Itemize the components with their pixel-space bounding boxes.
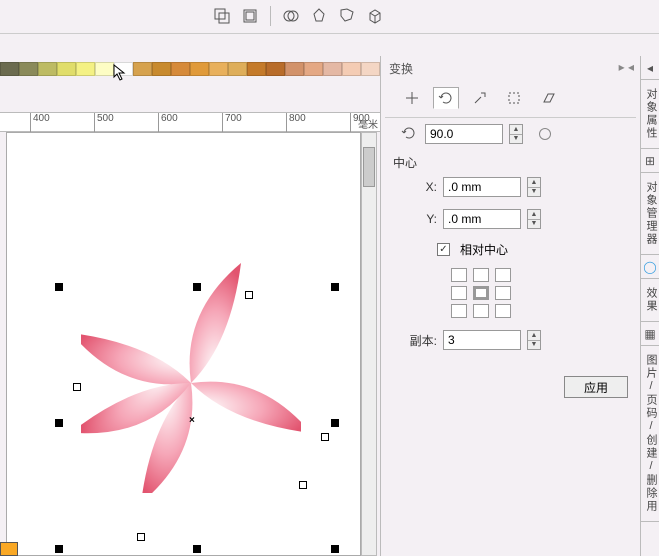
vtab-object-props[interactable]: 对象属性 <box>641 80 659 149</box>
palette-swatch[interactable] <box>304 62 323 76</box>
right-docker-tabs: ◂ 对象属性 ⊞ 对象管理器 ◯ 效果 ▦ 图片/页码/创建/删除用 <box>640 56 659 556</box>
palette-swatch[interactable] <box>76 62 95 76</box>
relative-checkbox[interactable]: ✓ <box>437 243 450 256</box>
scrollbar-vertical[interactable] <box>361 132 377 556</box>
apply-button[interactable]: 应用 <box>564 376 628 398</box>
palette-swatch[interactable] <box>228 62 247 76</box>
angle-spinner[interactable]: ▲▼ <box>509 124 523 144</box>
trim-icon[interactable] <box>309 6 329 26</box>
palette-swatch[interactable] <box>209 62 228 76</box>
palette-swatch[interactable] <box>57 62 76 76</box>
ruler-tick: 400 <box>30 113 50 133</box>
vtab-manager-icon[interactable]: ⊞ <box>641 149 659 173</box>
tab-scale[interactable] <box>467 87 493 109</box>
anchor-cell[interactable] <box>495 304 511 318</box>
palette-swatch[interactable] <box>133 62 152 76</box>
palette-swatch[interactable] <box>0 62 19 76</box>
tab-size[interactable] <box>501 87 527 109</box>
palette-swatch[interactable] <box>323 62 342 76</box>
anchor-cell[interactable] <box>473 268 489 282</box>
anchor-cell[interactable] <box>495 268 511 282</box>
y-spinner[interactable]: ▲▼ <box>527 209 541 229</box>
transform-tabs <box>385 83 636 118</box>
top-toolbar <box>0 0 659 34</box>
ruler-horizontal: 400 500 600 700 800 900 毫米 <box>0 112 380 132</box>
palette-swatch[interactable] <box>190 62 209 76</box>
anchor-cell-selected[interactable] <box>473 286 489 300</box>
vtab-effects-icon[interactable]: ◯ <box>641 255 659 279</box>
color-palette[interactable] <box>0 62 380 76</box>
anchor-cell[interactable] <box>451 286 467 300</box>
anchor-cell[interactable] <box>451 304 467 318</box>
vtab-expand-icon[interactable]: ◂ <box>641 56 659 80</box>
rotate-icon <box>401 125 419 144</box>
docker-title: 变换 <box>389 60 413 77</box>
direction-radio[interactable] <box>539 128 551 140</box>
tab-rotate[interactable] <box>433 87 459 109</box>
transform-docker: 变换 ▸ ◂ ▲▼ 中心 X: ▲▼ Y: ▲▼ ✓ 相对中心 副本: ▲▼ <box>380 56 640 556</box>
weld-icon[interactable] <box>281 6 301 26</box>
ruler-tick: 500 <box>94 113 114 133</box>
ruler-tick: 800 <box>286 113 306 133</box>
relative-label: 相对中心 <box>460 241 508 258</box>
vtab-pages[interactable]: 图片/页码/创建/删除用 <box>641 346 659 522</box>
center-y-input[interactable] <box>443 209 521 229</box>
shape-node[interactable] <box>137 533 145 541</box>
center-marker-icon[interactable]: × <box>189 415 195 426</box>
selection-handle[interactable] <box>331 545 339 553</box>
selection-handle[interactable] <box>331 419 339 427</box>
y-label: Y: <box>401 212 437 226</box>
shape-node[interactable] <box>73 383 81 391</box>
center-label: 中心 <box>381 150 640 171</box>
palette-swatch[interactable] <box>342 62 361 76</box>
canvas-page[interactable]: × <box>6 132 361 556</box>
palette-swatch[interactable] <box>38 62 57 76</box>
copies-input[interactable] <box>443 330 521 350</box>
angle-input[interactable] <box>425 124 503 144</box>
anchor-cell[interactable] <box>495 286 511 300</box>
ruler-tick: 600 <box>158 113 178 133</box>
tab-position[interactable] <box>399 87 425 109</box>
palette-swatch[interactable] <box>285 62 304 76</box>
vtab-effects[interactable]: 效果 <box>641 279 659 322</box>
palette-swatch[interactable] <box>266 62 285 76</box>
x-spinner[interactable]: ▲▼ <box>527 177 541 197</box>
copies-label: 副本: <box>401 332 437 349</box>
palette-swatch[interactable] <box>19 62 38 76</box>
active-fill-swatch[interactable] <box>0 542 18 556</box>
palette-swatch[interactable] <box>95 62 114 76</box>
flower-artwork[interactable] <box>81 253 301 496</box>
ruler-tick: 700 <box>222 113 242 133</box>
center-x-input[interactable] <box>443 177 521 197</box>
group-icon[interactable] <box>212 6 232 26</box>
palette-swatch[interactable] <box>171 62 190 76</box>
selection-handle[interactable] <box>193 545 201 553</box>
ruler-unit: 毫米 <box>358 116 378 131</box>
palette-swatch[interactable] <box>114 62 133 76</box>
palette-swatch[interactable] <box>361 62 380 76</box>
selection-handle[interactable] <box>55 545 63 553</box>
palette-swatch[interactable] <box>152 62 171 76</box>
anchor-cell[interactable] <box>473 304 489 318</box>
palette-swatch[interactable] <box>247 62 266 76</box>
anchor-grid[interactable] <box>451 268 640 318</box>
tab-skew[interactable] <box>535 87 561 109</box>
docker-collapse-icon[interactable]: ▸ ◂ <box>619 60 634 77</box>
selection-handle[interactable] <box>55 419 63 427</box>
copies-spinner[interactable]: ▲▼ <box>527 330 541 350</box>
cube-icon[interactable] <box>365 6 385 26</box>
x-label: X: <box>401 180 437 194</box>
shape-node[interactable] <box>321 433 329 441</box>
scrollbar-thumb[interactable] <box>363 147 375 187</box>
shape-node[interactable] <box>245 291 253 299</box>
shape-node[interactable] <box>299 481 307 489</box>
vtab-object-manager[interactable]: 对象管理器 <box>641 173 659 255</box>
vtab-page-icon[interactable]: ▦ <box>641 322 659 346</box>
ungroup-icon[interactable] <box>240 6 260 26</box>
anchor-cell[interactable] <box>451 268 467 282</box>
selection-handle[interactable] <box>193 283 201 291</box>
intersect-icon[interactable] <box>337 6 357 26</box>
selection-handle[interactable] <box>55 283 63 291</box>
selection-handle[interactable] <box>331 283 339 291</box>
